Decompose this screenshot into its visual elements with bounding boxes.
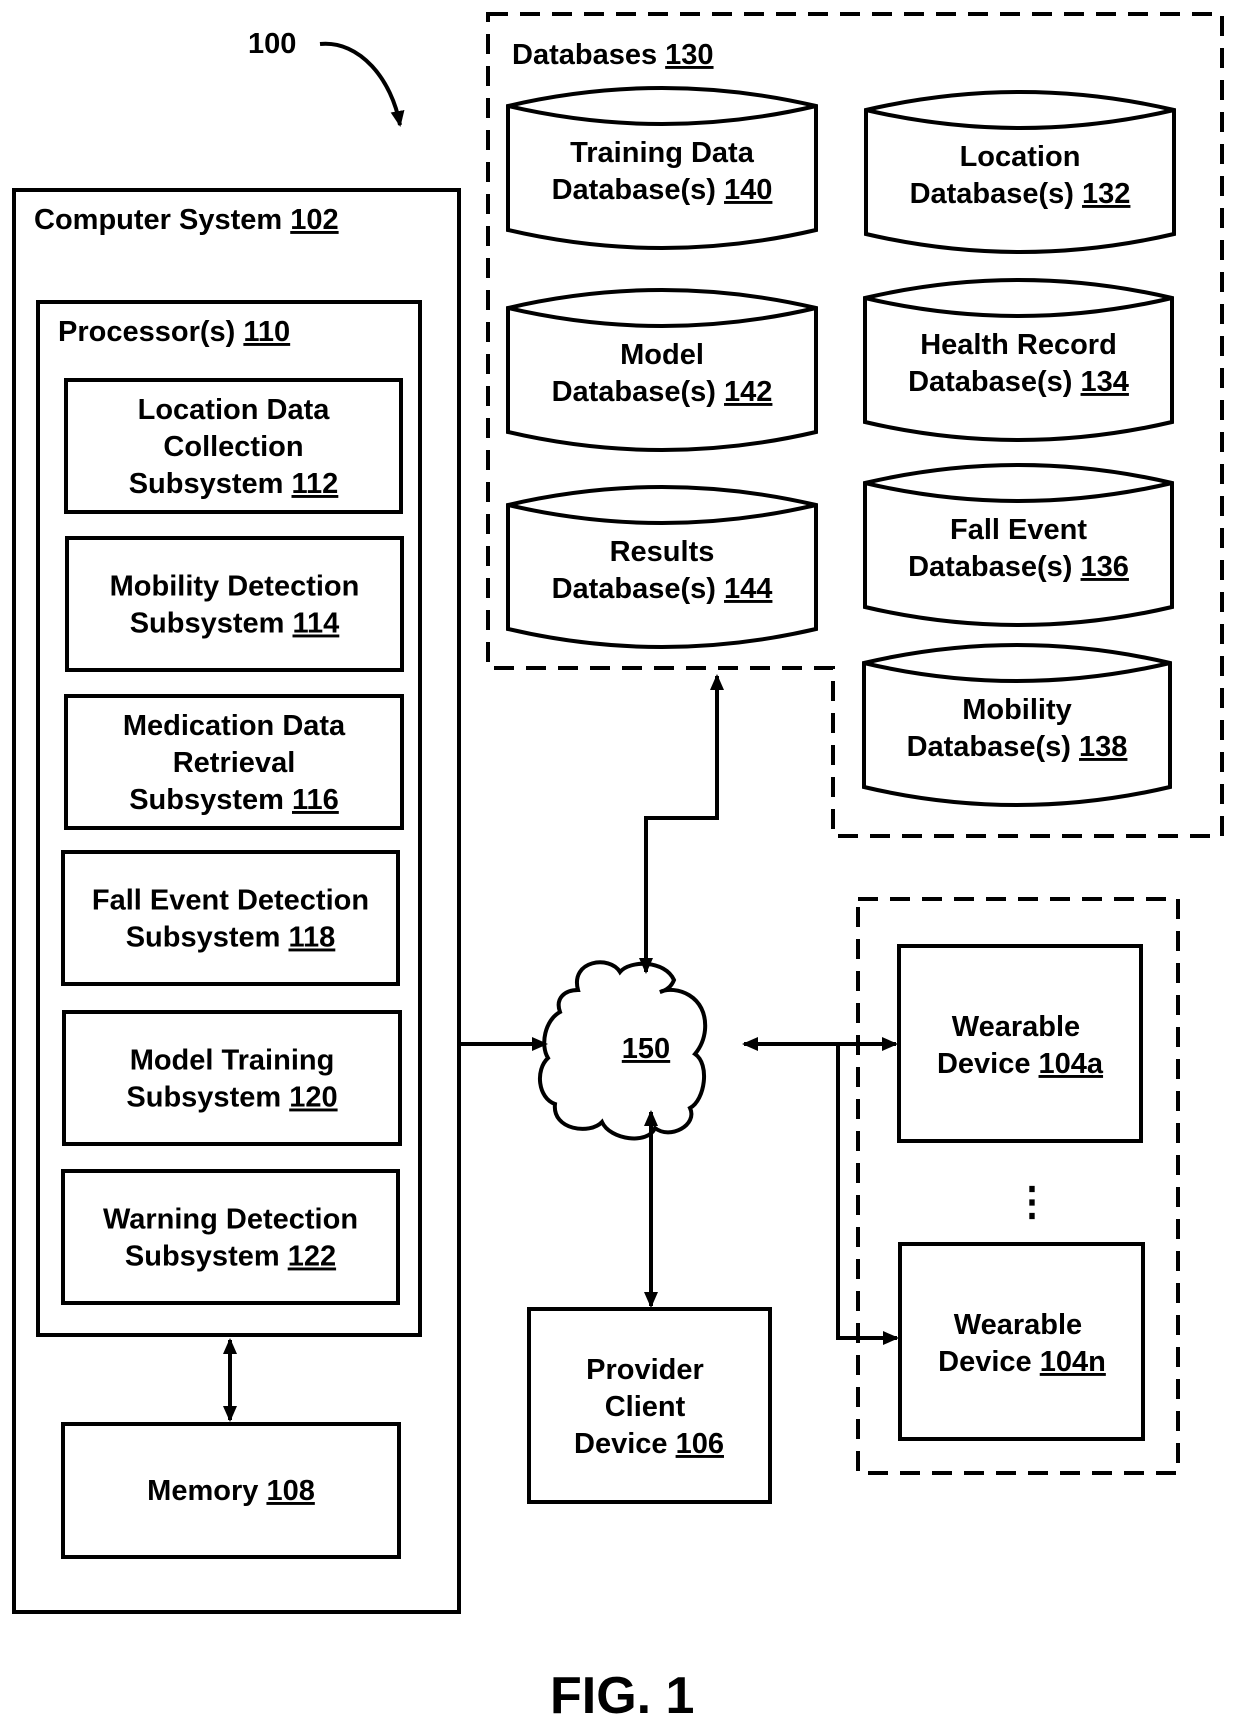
figure-reference: 100	[248, 28, 405, 127]
subsystem-box	[65, 536, 404, 672]
subsystem-114[interactable]: Mobility Detection Subsystem 114	[65, 536, 404, 672]
database-140[interactable]: Training Data Database(s) 140	[506, 86, 818, 250]
wearables-group: Wearable Device 104a ⋮ Wearable Device 1…	[856, 897, 1180, 1475]
system-diagram: 100 Computer System 102 Processor(s) 110…	[12, 12, 1224, 1725]
databases-group: Databases 130 Training Data Database(s) 1…	[486, 12, 1224, 838]
databases-title: Databases 130	[512, 39, 714, 71]
network-wearable-n-arrow	[836, 1044, 899, 1345]
network-ref: 150	[622, 1033, 670, 1065]
curved-arrow-icon	[319, 41, 405, 127]
database-136[interactable]: Fall Event Database(s) 136	[863, 463, 1174, 627]
wearable-device-n[interactable]: Wearable Device 104n	[898, 1242, 1145, 1441]
provider-client-device[interactable]: Provider Client Device 106	[527, 1307, 772, 1504]
database-132[interactable]: Location Database(s) 132	[864, 90, 1176, 254]
computer-system: Computer System 102 Processor(s) 110 Loc…	[12, 188, 461, 1614]
database-142[interactable]: Model Database(s) 142	[506, 288, 818, 452]
subsystem-box	[62, 1010, 402, 1146]
memory-label: Memory 108	[147, 1475, 315, 1507]
computer-system-title: Computer System 102	[34, 204, 339, 236]
processor-title: Processor(s) 110	[58, 316, 290, 348]
network-databases-arrow	[639, 674, 724, 974]
subsystem-box	[61, 850, 400, 986]
ellipsis-icon: ⋮	[1012, 1180, 1052, 1224]
subsystem-116[interactable]: Medication Data Retrieval Subsystem 116	[64, 694, 404, 830]
wearable-n-box	[898, 1242, 1145, 1441]
wearable-device-a[interactable]: Wearable Device 104a	[897, 944, 1143, 1143]
figure-reference-number: 100	[248, 28, 296, 60]
subsystem-box	[61, 1169, 400, 1305]
subsystem-112[interactable]: Location Data Collection Subsystem 112	[64, 378, 403, 514]
network[interactable]: 150	[538, 960, 708, 1141]
database-138[interactable]: Mobility Database(s) 138	[862, 643, 1172, 807]
figure-caption: FIG. 1	[550, 1667, 694, 1725]
database-144[interactable]: Results Database(s) 144	[506, 485, 818, 649]
subsystem-118[interactable]: Fall Event Detection Subsystem 118	[61, 850, 400, 986]
database-list: Training Data Database(s) 140 Model Databas…	[506, 86, 1176, 807]
subsystem-120[interactable]: Model Training Subsystem 120	[62, 1010, 402, 1146]
subsystem-122[interactable]: Warning Detection Subsystem 122	[61, 1169, 400, 1305]
database-134[interactable]: Health Record Database(s) 134	[863, 278, 1174, 442]
wearable-a-box	[897, 944, 1143, 1143]
